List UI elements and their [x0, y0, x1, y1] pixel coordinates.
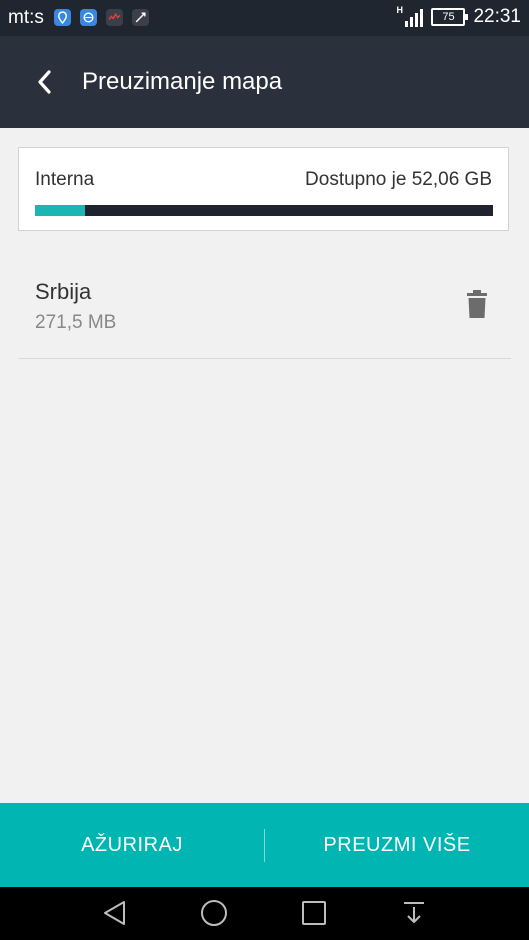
update-button[interactable]: AŽURIRAJ — [0, 803, 264, 887]
map-size: 271,5 MB — [35, 312, 117, 333]
nav-recents-icon — [302, 901, 326, 925]
nav-back-icon — [104, 901, 125, 925]
nav-home-icon — [201, 900, 227, 926]
vpn-notification-icon — [80, 9, 97, 26]
nav-recents-button[interactable] — [299, 898, 329, 928]
back-arrow-icon — [38, 70, 51, 94]
system-nav-bar — [0, 887, 529, 940]
battery-icon: 75 — [431, 8, 469, 26]
status-bar: mt:s H 75 22:31 — [0, 0, 529, 36]
nav-notifications-icon — [404, 902, 424, 923]
location-notification-icon — [54, 9, 71, 26]
storage-card: Interna Dostupno je 52,06 GB — [18, 147, 509, 231]
page-title: Preuzimanje mapa — [82, 68, 283, 95]
download-more-button[interactable]: PREUZMI VIŠE — [265, 803, 529, 887]
clock: 22:31 — [473, 6, 521, 27]
storage-label: Interna — [35, 169, 95, 190]
app-bar: Preuzimanje mapa — [0, 36, 529, 128]
storage-usage-bar — [35, 205, 493, 216]
tool-notification-icon — [132, 9, 149, 26]
chart-notification-icon — [106, 9, 123, 26]
map-name: Srbija — [35, 279, 92, 304]
carrier-label: mt:s — [8, 7, 44, 28]
trash-icon — [467, 290, 487, 318]
storage-usage-fill — [35, 205, 86, 216]
bottom-action-bar: AŽURIRAJ PREUZMI VIŠE — [0, 803, 529, 887]
screen: mt:s H 75 22:31 Preuzimanje mapa Interna… — [0, 0, 529, 940]
nav-home-button[interactable] — [199, 898, 229, 928]
status-bar-right: H 75 22:31 — [396, 5, 521, 28]
back-button[interactable] — [30, 64, 60, 100]
delete-map-button[interactable] — [465, 289, 489, 319]
nav-back-button[interactable] — [100, 898, 130, 928]
list-item[interactable]: Srbija 271,5 MB — [18, 262, 511, 359]
nav-notifications-button[interactable] — [399, 898, 429, 928]
signal-icon: H — [396, 5, 424, 27]
storage-available: Dostupno je 52,06 GB — [305, 169, 492, 190]
